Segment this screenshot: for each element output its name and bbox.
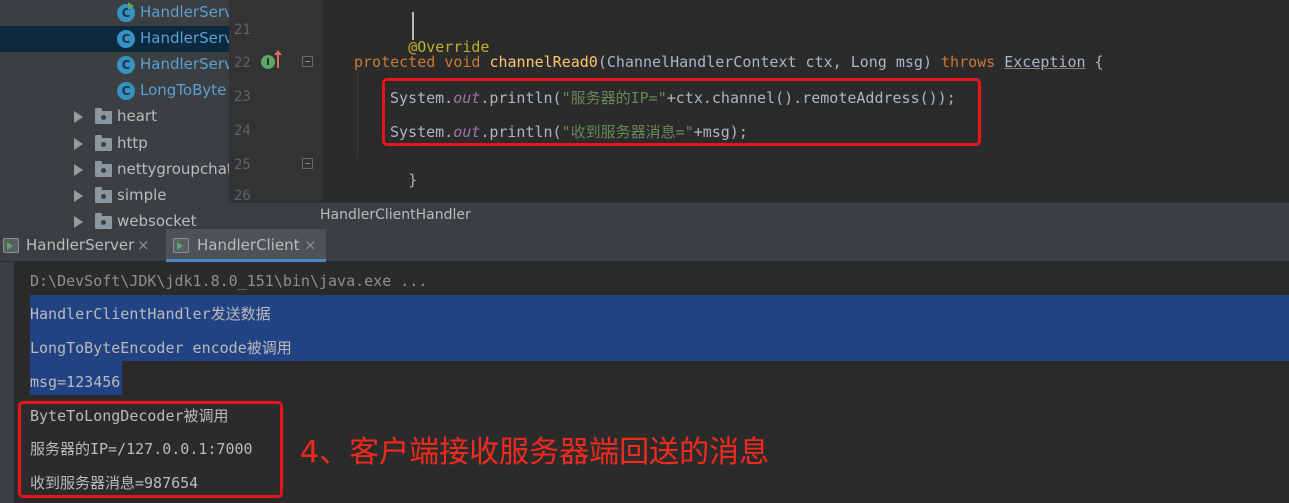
line-number: 25 [234, 157, 251, 173]
line-number: 21 [234, 22, 251, 38]
tree-item-label: http [117, 134, 148, 152]
override-arrow-icon[interactable] [274, 50, 282, 68]
expand-arrow-icon[interactable] [74, 190, 83, 202]
open-brace: { [1085, 53, 1104, 71]
keyword: protected [354, 53, 436, 71]
java-class-icon: C [117, 30, 135, 48]
code-editor[interactable]: 21 22 23 24 25 26 I @Override protected … [229, 0, 1289, 229]
tab-handlerserver[interactable]: HandlerServer × [0, 229, 160, 262]
tree-item-label: simple [117, 186, 167, 204]
tree-item-handlerserver-handler[interactable]: C HandlerServ [0, 26, 229, 52]
java-class-icon: C [117, 56, 135, 74]
expand-arrow-icon[interactable] [74, 164, 83, 176]
tree-package-simple[interactable]: simple [0, 183, 229, 209]
indent-guide [321, 0, 322, 202]
console-line: msg=123456 [30, 373, 121, 391]
keyword: void [444, 53, 481, 71]
editor-gutter[interactable]: 21 22 23 24 25 26 I [229, 0, 321, 204]
expand-arrow-icon[interactable] [74, 138, 83, 150]
package-folder-icon [95, 108, 112, 124]
console-line: HandlerClientHandler发送数据 [30, 305, 271, 323]
code-line-21: @Override [354, 20, 489, 56]
fold-toggle-icon[interactable] [302, 158, 313, 169]
tree-package-nettygroupchat[interactable]: nettygroupchat [0, 157, 229, 183]
package-folder-icon [95, 213, 112, 229]
close-brace: } [408, 171, 418, 189]
run-config-icon [173, 238, 189, 253]
line-number: 23 [234, 89, 251, 105]
tab-label: HandlerServer [26, 236, 135, 254]
console-side-toolbar [0, 262, 14, 503]
breadcrumb-class[interactable]: HandlerClientHandler [320, 207, 471, 223]
tree-item-label: nettygroupchat [117, 160, 229, 178]
breadcrumb[interactable]: HandlerClientHandler [229, 202, 1289, 229]
highlight-box-code [382, 78, 981, 146]
tree-item-handlerserver-initializer[interactable]: C HandlerServ [0, 52, 229, 78]
exception-class: Exception [1004, 53, 1086, 71]
tree-item-label: HandlerServ [140, 29, 229, 47]
close-icon[interactable]: × [137, 236, 150, 254]
fold-toggle-icon[interactable] [302, 56, 313, 67]
tree-item-label: LongToByte [140, 81, 227, 99]
highlight-box-console [18, 401, 283, 498]
annotation-note: 4、客户端接收服务器端回送的消息 [300, 435, 770, 470]
method-params: (ChannelHandlerContext ctx, Long msg) [597, 53, 932, 71]
tree-item-longtobyte[interactable]: C LongToByte [0, 78, 229, 104]
line-number: 24 [234, 123, 251, 139]
method-name: channelRead0 [489, 53, 598, 71]
run-tool-window-tabs: HandlerServer × HandlerClient × [0, 229, 1289, 262]
implements-method-icon[interactable]: I [261, 55, 275, 69]
project-tree: C HandlerServ C HandlerServ C HandlerSer… [0, 0, 229, 229]
tree-package-http[interactable]: http [0, 131, 229, 157]
console-line: D:\DevSoft\JDK\jdk1.8.0_151\bin\java.exe… [30, 272, 428, 290]
code-line-25: } [354, 153, 417, 189]
keyword: throws [941, 53, 996, 71]
tree-item-handlerserver-main[interactable]: C HandlerServ [0, 0, 229, 26]
code-area[interactable]: @Override protected void channelRead0(Ch… [321, 0, 1289, 219]
line-number: 22 [234, 55, 251, 71]
runnable-marker-icon [128, 2, 134, 10]
run-config-icon [3, 238, 19, 253]
indent-guide [357, 70, 358, 158]
tree-item-label: HandlerServ [140, 3, 229, 21]
tab-handlerclient[interactable]: HandlerClient × [166, 229, 326, 262]
tree-package-heart[interactable]: heart [0, 104, 229, 130]
tab-label: HandlerClient [197, 236, 300, 254]
expand-arrow-icon[interactable] [74, 111, 83, 123]
tree-package-websocket[interactable]: websocket [0, 209, 229, 229]
package-folder-icon [95, 135, 112, 151]
java-class-icon: C [117, 82, 135, 100]
package-folder-icon [95, 187, 112, 203]
tree-item-label: websocket [117, 212, 197, 229]
package-folder-icon [95, 161, 112, 177]
expand-arrow-icon[interactable] [74, 216, 83, 228]
tree-item-label: HandlerServ [140, 55, 229, 73]
close-icon[interactable]: × [304, 236, 317, 254]
tree-item-label: heart [117, 107, 157, 125]
console-line: LongToByteEncoder encode被调用 [30, 339, 292, 357]
